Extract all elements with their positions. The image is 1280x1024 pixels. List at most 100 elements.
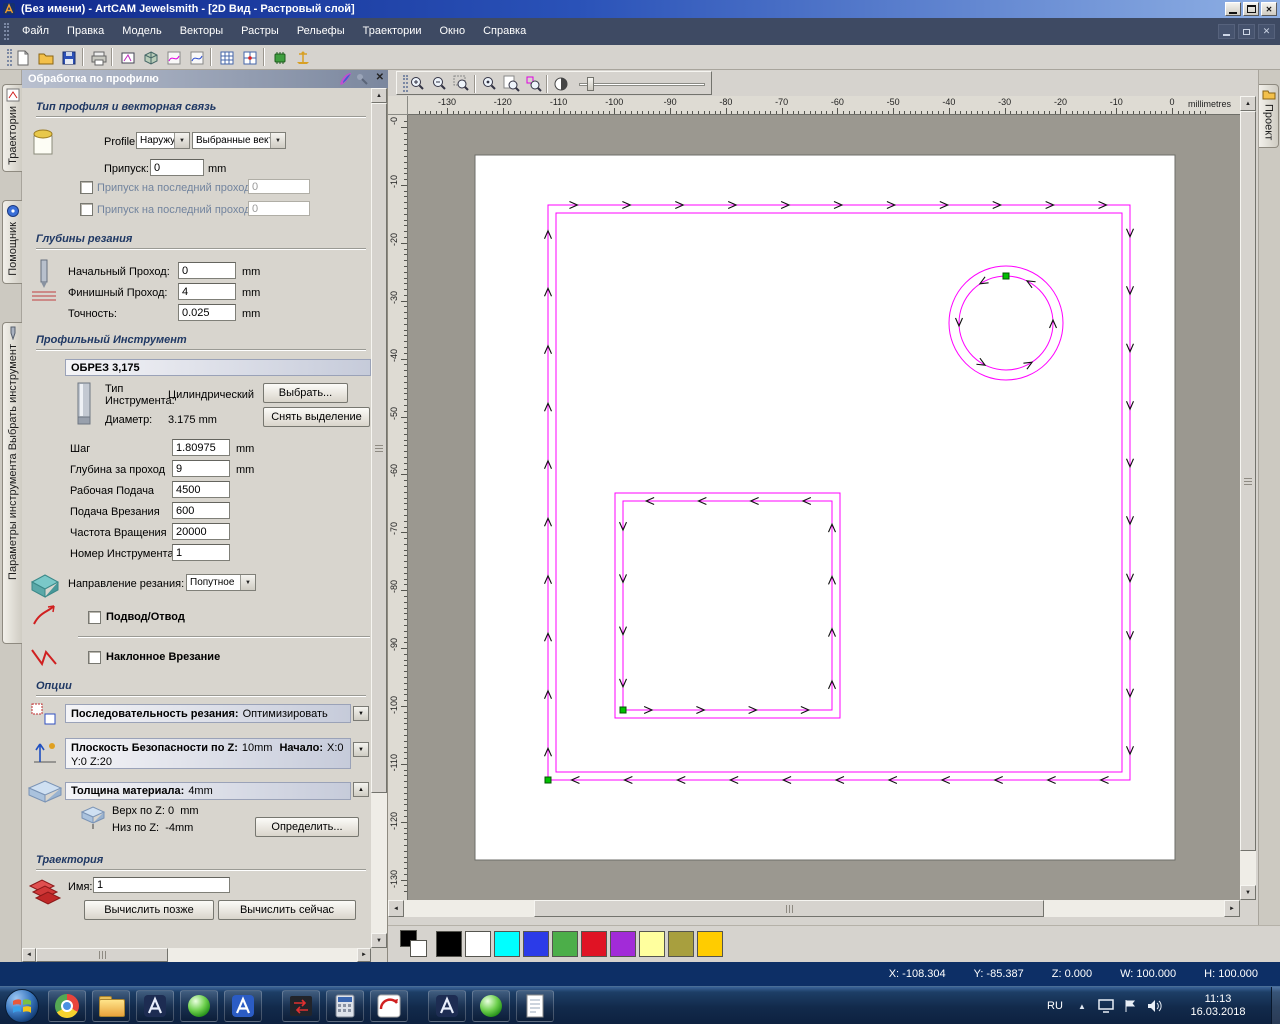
view-hscroll-thumb[interactable] — [534, 900, 1044, 917]
panel-hscroll-thumb[interactable] — [36, 948, 168, 962]
scroll-down-icon[interactable]: ▼ — [371, 933, 387, 948]
menu-item-8[interactable]: Справка — [474, 18, 535, 45]
vector-selection-dropdown[interactable]: Выбранные вектора▼ — [192, 132, 286, 149]
safe-z-expand-button[interactable]: ▼ — [353, 742, 369, 757]
menu-grip[interactable] — [4, 23, 9, 40]
final-pass-1-input[interactable] — [248, 179, 310, 194]
scroll-left-icon[interactable]: ◄ — [22, 948, 36, 962]
panel-vscroll-thumb[interactable] — [371, 103, 387, 793]
final-pass-2-checkbox[interactable] — [80, 203, 93, 216]
view-3d-icon[interactable] — [140, 47, 162, 68]
palette-swatch-0[interactable] — [436, 931, 462, 957]
volume-icon[interactable] — [1144, 987, 1164, 1024]
pass-depth-input[interactable] — [172, 460, 230, 477]
finish-depth-input[interactable] — [178, 283, 236, 300]
open-model-icon[interactable] — [35, 47, 57, 68]
secondary-color-swatch[interactable] — [410, 940, 427, 957]
menu-item-3[interactable]: Векторы — [171, 18, 232, 45]
select-tool-button[interactable]: Выбрать... — [263, 383, 348, 403]
start-point-marker[interactable] — [1002, 272, 1010, 280]
start-point-marker[interactable] — [619, 706, 627, 714]
spectrum-chip-icon[interactable] — [269, 47, 291, 68]
menu-item-0[interactable]: Файл — [13, 18, 58, 45]
palette-swatch-7[interactable] — [639, 931, 665, 957]
bitmap-layer-icon[interactable] — [163, 47, 185, 68]
panel-close-icon[interactable]: ✕ — [376, 72, 384, 83]
zoom-100-icon[interactable] — [479, 74, 499, 93]
start-point-marker[interactable] — [544, 776, 552, 784]
palette-swatch-9[interactable] — [697, 931, 723, 957]
display-tray-icon[interactable] — [1096, 987, 1116, 1024]
grid-icon[interactable] — [216, 47, 238, 68]
lead-checkbox[interactable] — [88, 611, 101, 624]
language-indicator[interactable]: RU — [1040, 987, 1070, 1024]
tab-toolpaths[interactable]: Траектории — [2, 84, 22, 172]
zoom-fit-icon[interactable] — [501, 74, 521, 93]
palette-swatch-4[interactable] — [552, 931, 578, 957]
assistant-feather-icon[interactable] — [338, 72, 352, 89]
zoom-out-icon[interactable] — [429, 74, 449, 93]
tab-assistant[interactable]: Помощник — [2, 200, 22, 284]
mdi-restore-button[interactable] — [1238, 24, 1255, 39]
final-pass-2-input[interactable] — [248, 201, 310, 216]
menu-item-5[interactable]: Рельефы — [288, 18, 354, 45]
spindle-speed-input[interactable] — [172, 523, 230, 540]
palette-swatch-6[interactable] — [610, 931, 636, 957]
zoom-window-icon[interactable] — [451, 74, 471, 93]
toolpath-name-input[interactable] — [93, 877, 230, 893]
palette-swatch-3[interactable] — [523, 931, 549, 957]
calculator-taskbar-icon[interactable] — [326, 990, 364, 1022]
calculate-later-button[interactable]: Вычислить позже — [84, 900, 214, 920]
palette-swatch-8[interactable] — [668, 931, 694, 957]
view-vscroll-thumb[interactable] — [1240, 111, 1256, 851]
palette-swatch-5[interactable] — [581, 931, 607, 957]
menu-item-6[interactable]: Траектории — [354, 18, 431, 45]
step-input[interactable] — [172, 439, 230, 456]
artcam-taskbar-icon[interactable] — [428, 990, 466, 1022]
deselect-tool-button[interactable]: Снять выделение — [263, 407, 370, 427]
action-center-flag-icon[interactable] — [1120, 987, 1140, 1024]
primary-secondary-colors[interactable] — [400, 930, 430, 958]
material-collapse-button[interactable]: ▲ — [353, 782, 369, 797]
mdi-minimize-button[interactable] — [1218, 24, 1235, 39]
cut-direction-dropdown[interactable]: Попутное ▼ — [186, 574, 256, 591]
opacity-slider-thumb[interactable] — [587, 77, 594, 91]
pin-icon[interactable] — [355, 72, 369, 89]
vector-layer-icon[interactable] — [186, 47, 208, 68]
menu-item-4[interactable]: Растры — [232, 18, 288, 45]
tolerance-input[interactable] — [178, 304, 236, 321]
palette-swatch-2[interactable] — [494, 931, 520, 957]
mdi-close-button[interactable]: ✕ — [1258, 24, 1275, 39]
profile-side-dropdown[interactable]: Наружу ▼ — [136, 132, 190, 149]
scroll-down-icon[interactable]: ▼ — [1240, 885, 1256, 900]
scroll-right-icon[interactable]: ► — [1224, 900, 1240, 917]
scroll-up-icon[interactable]: ▲ — [1240, 96, 1256, 111]
explorer-taskbar-icon[interactable] — [92, 990, 130, 1022]
menu-item-1[interactable]: Правка — [58, 18, 113, 45]
taskbar-clock[interactable]: 11:13 16.03.2018 — [1172, 987, 1264, 1024]
save-model-icon[interactable] — [58, 47, 80, 68]
ramp-checkbox[interactable] — [88, 651, 101, 664]
start-button[interactable] — [5, 989, 39, 1023]
tab-tool-parameters[interactable]: Параметры инструмента Выбрать инструмент — [2, 322, 22, 644]
snap-grid-icon[interactable] — [239, 47, 261, 68]
scroll-left-icon[interactable]: ◄ — [388, 900, 404, 917]
calculate-now-button[interactable]: Вычислить сейчас — [218, 900, 356, 920]
tool-number-input[interactable] — [172, 544, 230, 561]
scroll-right-icon[interactable]: ► — [357, 948, 371, 962]
model-canvas[interactable] — [408, 115, 1240, 900]
zoom-objects-icon[interactable] — [523, 74, 543, 93]
transfer-taskbar-icon[interactable] — [282, 990, 320, 1022]
text-editor-taskbar-icon[interactable] — [516, 990, 554, 1022]
sphere-taskbar-icon[interactable] — [180, 990, 218, 1022]
define-material-button[interactable]: Определить... — [255, 817, 359, 837]
model-viewport[interactable] — [408, 115, 1240, 900]
opacity-slider-track[interactable] — [579, 83, 705, 86]
final-pass-1-checkbox[interactable] — [80, 181, 93, 194]
hidden-icons-chevron[interactable]: ▲ — [1074, 987, 1090, 1024]
zoom-in-icon[interactable] — [407, 74, 427, 93]
new-model-icon[interactable] — [12, 47, 34, 68]
solidworks-taskbar-icon[interactable] — [370, 990, 408, 1022]
feed-rate-input[interactable] — [172, 481, 230, 498]
allowance-input[interactable] — [150, 159, 204, 176]
